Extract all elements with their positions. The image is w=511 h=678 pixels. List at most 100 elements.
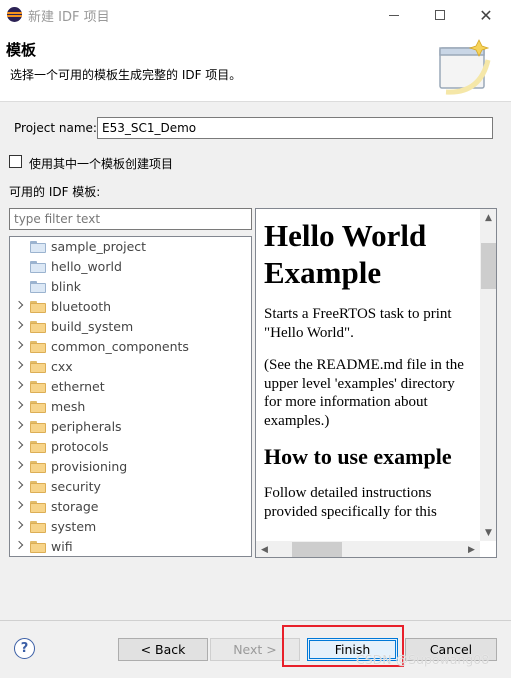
chevron-right-icon[interactable] [14, 520, 24, 530]
template-filter-input[interactable] [9, 208, 252, 230]
close-button[interactable]: ✕ [463, 0, 509, 30]
project-name-label: Project name: [14, 121, 97, 135]
horizontal-scroll-thumb[interactable] [292, 542, 342, 557]
readme-horizontal-scrollbar[interactable]: ◀ ▶ [256, 541, 480, 557]
watermark: CSDN @Supowang08 [356, 652, 490, 667]
tree-item[interactable]: mesh [10, 397, 251, 417]
tree-item[interactable]: hello_world [10, 257, 251, 277]
tree-item[interactable]: storage [10, 497, 251, 517]
readme-heading: How to use example [264, 444, 452, 469]
help-icon[interactable]: ? [14, 638, 35, 659]
eclipse-app-icon [7, 7, 22, 22]
tree-item-label: wifi [51, 539, 73, 554]
chevron-right-icon[interactable] [14, 400, 24, 410]
folder-icon [30, 421, 46, 433]
maximize-button[interactable] [417, 0, 463, 30]
tree-item-label: build_system [51, 319, 134, 334]
readme-paragraph: Follow detailed instructions provided sp… [264, 485, 437, 520]
chevron-right-icon[interactable] [14, 360, 24, 370]
template-tree[interactable]: sample_project hello_worldblink bluetooth b… [9, 236, 252, 557]
chevron-right-icon[interactable] [14, 500, 24, 510]
project-name-input[interactable]: E53_SC1_Demo [97, 117, 493, 139]
folder-icon [30, 301, 46, 313]
close-icon: ✕ [479, 5, 493, 25]
tree-item[interactable]: system [10, 517, 251, 537]
readme-paragraph: (See the README.md file in the upper lev… [264, 357, 464, 429]
scroll-down-icon[interactable]: ▼ [480, 524, 496, 541]
tree-item-label: cxx [51, 359, 73, 374]
tree-item-label: security [51, 479, 101, 494]
page-description: 选择一个可用的模板生成完整的 IDF 项目。 [10, 68, 242, 82]
tree-item[interactable]: provisioning [10, 457, 251, 477]
maximize-icon [435, 10, 445, 20]
tree-item[interactable]: security [10, 477, 251, 497]
chevron-right-icon[interactable] [14, 540, 24, 550]
scroll-right-icon[interactable]: ▶ [463, 541, 480, 557]
tree-item-label: bluetooth [51, 299, 112, 314]
project-folder-icon [30, 241, 46, 253]
tree-item-label: sample_project [51, 239, 147, 254]
folder-icon [30, 401, 46, 413]
readme-paragraph: Starts a FreeRTOS task to print "Hello W… [264, 306, 452, 341]
tree-item[interactable]: blink [10, 277, 251, 297]
tree-item[interactable]: build_system [10, 317, 251, 337]
folder-icon [30, 381, 46, 393]
new-wizard-banner-icon [439, 39, 491, 95]
chevron-right-icon[interactable] [14, 440, 24, 450]
readme-content: Hello World Example Starts a FreeRTOS ta… [256, 209, 480, 541]
scroll-up-icon[interactable]: ▲ [480, 209, 496, 226]
chevron-right-icon[interactable] [14, 300, 24, 310]
folder-icon [30, 321, 46, 333]
folder-icon [30, 441, 46, 453]
vertical-scroll-thumb[interactable] [481, 243, 496, 289]
chevron-right-icon[interactable] [14, 460, 24, 470]
tree-item[interactable]: common_components [10, 337, 251, 357]
tree-item[interactable]: cxx [10, 357, 251, 377]
tree-item-label: ethernet [51, 379, 105, 394]
project-folder-icon [30, 281, 46, 293]
tree-item[interactable]: sample_project [10, 237, 251, 257]
folder-icon [30, 361, 46, 373]
tree-item-label: blink [51, 279, 82, 294]
tree-item[interactable]: bluetooth [10, 297, 251, 317]
button-bar-separator [0, 620, 511, 621]
page-title: 模板 [6, 41, 37, 59]
folder-icon [30, 501, 46, 513]
minimize-icon [389, 14, 399, 16]
use-template-label[interactable]: 使用其中一个模板创建项目 [29, 155, 173, 172]
tree-item[interactable]: wifi [10, 537, 251, 556]
tree-item-label: mesh [51, 399, 86, 414]
minimize-button[interactable] [371, 0, 417, 30]
tree-item[interactable]: peripherals [10, 417, 251, 437]
wizard-header: 模板 选择一个可用的模板生成完整的 IDF 项目。 [0, 30, 511, 102]
chevron-right-icon[interactable] [14, 480, 24, 490]
tree-item-label: peripherals [51, 419, 122, 434]
tree-item-label: hello_world [51, 259, 122, 274]
tree-item[interactable]: ethernet [10, 377, 251, 397]
title-bar: 新建 IDF 项目 ✕ [0, 0, 511, 30]
window-title: 新建 IDF 项目 [28, 10, 110, 25]
tree-item-label: provisioning [51, 459, 128, 474]
tree-item-label: common_components [51, 339, 189, 354]
chevron-right-icon[interactable] [14, 340, 24, 350]
tree-item[interactable]: protocols [10, 437, 251, 457]
back-button[interactable]: < Back [118, 638, 208, 661]
use-template-checkbox[interactable] [9, 155, 22, 168]
readme-title: Hello World Example [264, 218, 427, 290]
readme-vertical-scrollbar[interactable]: ▲ ▼ [480, 209, 496, 541]
readme-preview: Hello World Example Starts a FreeRTOS ta… [255, 208, 497, 558]
chevron-right-icon[interactable] [14, 420, 24, 430]
tree-item-label: protocols [51, 439, 109, 454]
folder-icon [30, 461, 46, 473]
tree-item-label: system [51, 519, 97, 534]
folder-icon [30, 541, 46, 553]
folder-icon [30, 341, 46, 353]
project-folder-icon [30, 261, 46, 273]
chevron-right-icon[interactable] [14, 320, 24, 330]
scroll-left-icon[interactable]: ◀ [256, 541, 273, 557]
folder-icon [30, 521, 46, 533]
chevron-right-icon[interactable] [14, 380, 24, 390]
available-templates-label: 可用的 IDF 模板: [9, 185, 101, 199]
folder-icon [30, 481, 46, 493]
tree-item-label: storage [51, 499, 99, 514]
